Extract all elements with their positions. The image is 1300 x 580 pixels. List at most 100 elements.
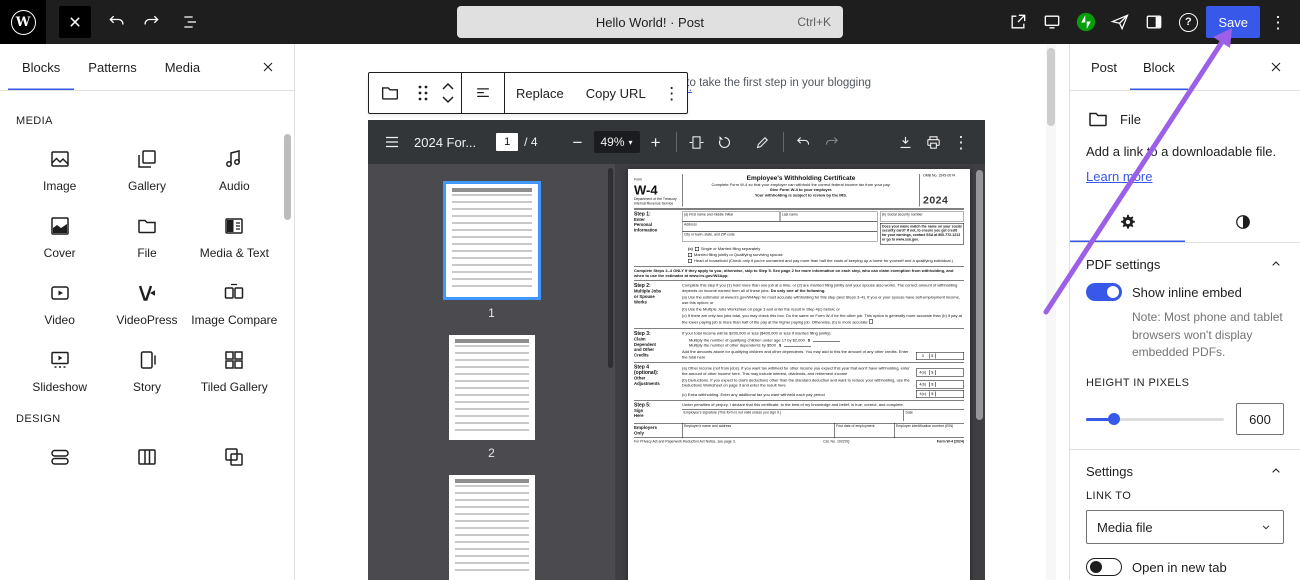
pdf-annotate-button[interactable] — [749, 128, 777, 156]
pdf-settings-header[interactable]: PDF settings — [1070, 243, 1300, 281]
save-button[interactable]: Save — [1206, 6, 1260, 38]
drag-handle[interactable] — [411, 73, 435, 113]
block-item-label: Video — [44, 313, 74, 328]
link-to-select[interactable]: Media file — [1086, 510, 1284, 544]
view-site-button[interactable] — [1002, 6, 1034, 38]
tab-settings-gear[interactable] — [1070, 202, 1185, 242]
settings-sidebar-toggle-button[interactable] — [1138, 6, 1170, 38]
move-up-icon — [440, 81, 456, 93]
pdf-rotate-button[interactable] — [711, 128, 739, 156]
block-item-videopress[interactable]: VideoPress — [103, 273, 190, 330]
help-button[interactable]: ? — [1172, 6, 1204, 38]
block-item-buttons[interactable] — [16, 437, 103, 471]
image-block-icon — [48, 147, 72, 171]
block-options-button[interactable]: ⋮ — [657, 73, 687, 113]
chevron-up-icon — [1268, 463, 1284, 479]
height-input[interactable] — [1236, 403, 1284, 435]
tab-blocks[interactable]: Blocks — [8, 44, 74, 90]
undo-icon — [795, 134, 812, 151]
undo-button[interactable] — [101, 6, 133, 38]
file-block-type-button[interactable] — [369, 73, 411, 113]
block-item-video[interactable]: Video — [16, 273, 103, 330]
inline-embed-note: Note: Most phone and tablet browsers won… — [1132, 309, 1284, 361]
tab-media[interactable]: Media — [151, 44, 214, 90]
pdf-sidebar-toggle-button[interactable] — [378, 128, 406, 156]
settings-sidebar: Post Block File Add a link to a download… — [1069, 44, 1300, 580]
block-inserter-toggle-button[interactable] — [59, 6, 91, 38]
pdf-fit-page-button[interactable] — [683, 128, 711, 156]
tab-block[interactable]: Block — [1130, 44, 1188, 90]
command-palette[interactable]: Hello World! · Post Ctrl+K — [457, 6, 843, 38]
block-item-tiled-gallery[interactable]: Tiled Gallery — [191, 340, 278, 397]
tiled-gallery-block-icon — [222, 348, 246, 372]
block-item-label: Slideshow — [32, 380, 87, 395]
options-menu-button[interactable]: ⋮ — [1262, 6, 1294, 38]
open-new-tab-toggle[interactable] — [1086, 558, 1122, 576]
drag-dots-icon — [416, 84, 430, 102]
pdf-page-1: Form W-4 Department of the Treasury Inte… — [628, 169, 970, 580]
tab-patterns[interactable]: Patterns — [74, 44, 150, 90]
preview-button[interactable] — [1036, 6, 1068, 38]
show-inline-embed-toggle[interactable] — [1086, 283, 1122, 301]
list-view-button[interactable] — [175, 6, 207, 38]
thumbnail-scrollbar[interactable] — [608, 168, 613, 368]
block-item-media-text[interactable]: Media & Text — [191, 206, 278, 263]
block-movers[interactable] — [435, 73, 461, 113]
plus-icon: + — [651, 134, 661, 151]
sidebar-toggle-icon — [1144, 12, 1164, 32]
block-item-audio[interactable]: Audio — [191, 139, 278, 196]
block-card-description: Add a link to a downloadable file. — [1086, 143, 1284, 161]
block-item-columns[interactable] — [103, 437, 190, 471]
block-item-story[interactable]: Story — [103, 340, 190, 397]
copy-url-button[interactable]: Copy URL — [575, 73, 657, 113]
block-item-group[interactable] — [191, 437, 278, 471]
w4-header: Form W-4 Department of the Treasury Inte… — [634, 174, 964, 209]
height-slider[interactable] — [1086, 413, 1224, 425]
wordpress-editor: W Hello World! · Post Ctrl+K — [0, 0, 1300, 580]
tab-post[interactable]: Post — [1078, 44, 1130, 90]
pdf-page-input[interactable] — [496, 133, 518, 151]
replace-button[interactable]: Replace — [505, 73, 575, 113]
tab-styles[interactable] — [1185, 202, 1300, 242]
pdf-print-button[interactable] — [919, 128, 947, 156]
pdf-zoom-out-button[interactable]: − — [564, 128, 592, 156]
pdf-zoom-select[interactable]: 49% ▾ — [594, 131, 640, 153]
learn-more-link[interactable]: Learn more — [1086, 169, 1152, 184]
w4-footer: For Privacy Act and Paperwork Reduction … — [634, 440, 964, 444]
block-item-slideshow[interactable]: Slideshow — [16, 340, 103, 397]
redo-button[interactable] — [135, 6, 167, 38]
pdf-thumbnail-page-2[interactable] — [449, 335, 535, 440]
settings-header[interactable]: Settings — [1070, 450, 1300, 488]
close-inserter-icon — [65, 12, 85, 32]
pdf-body: 1 2 — [368, 164, 985, 580]
pdf-redo-button[interactable] — [818, 128, 846, 156]
block-item-gallery[interactable]: Gallery — [103, 139, 190, 196]
pdf-undo-button[interactable] — [790, 128, 818, 156]
story-block-icon — [135, 348, 159, 372]
pdf-embed: 2024 For... / 4 − 49% ▾ + — [368, 120, 985, 580]
slider-knob[interactable] — [1108, 413, 1120, 425]
inserter-scrollbar[interactable] — [284, 134, 291, 220]
block-item-cover[interactable]: Cover — [16, 206, 103, 263]
pdf-document-scrollbar[interactable] — [976, 170, 983, 420]
pdf-thumbnail-page-1[interactable] — [443, 181, 541, 300]
canvas-scrollbar[interactable] — [1046, 44, 1056, 580]
pdf-more-button[interactable]: ⋮ — [947, 128, 975, 156]
toggle-label: Show inline embed — [1132, 285, 1242, 300]
publish-share-button[interactable] — [1104, 6, 1136, 38]
pdf-thumbnail-page-3[interactable] — [449, 475, 535, 580]
pdf-zoom-in-button[interactable]: + — [642, 128, 670, 156]
inserter-block-list: MEDIA Image Gallery Audio Cover — [0, 91, 294, 471]
block-item-file[interactable]: File — [103, 206, 190, 263]
close-settings-button[interactable] — [1260, 51, 1292, 83]
close-inserter-button[interactable] — [252, 51, 284, 83]
block-item-image[interactable]: Image — [16, 139, 103, 196]
wordpress-logo-button[interactable]: W — [0, 0, 46, 44]
media-section-label: MEDIA — [16, 115, 278, 127]
pdf-download-button[interactable] — [891, 128, 919, 156]
jetpack-button[interactable] — [1070, 6, 1102, 38]
hamburger-menu-icon — [383, 133, 401, 151]
section-title: PDF settings — [1086, 257, 1160, 272]
align-button[interactable] — [462, 73, 504, 113]
block-item-image-compare[interactable]: Image Compare — [191, 273, 278, 330]
